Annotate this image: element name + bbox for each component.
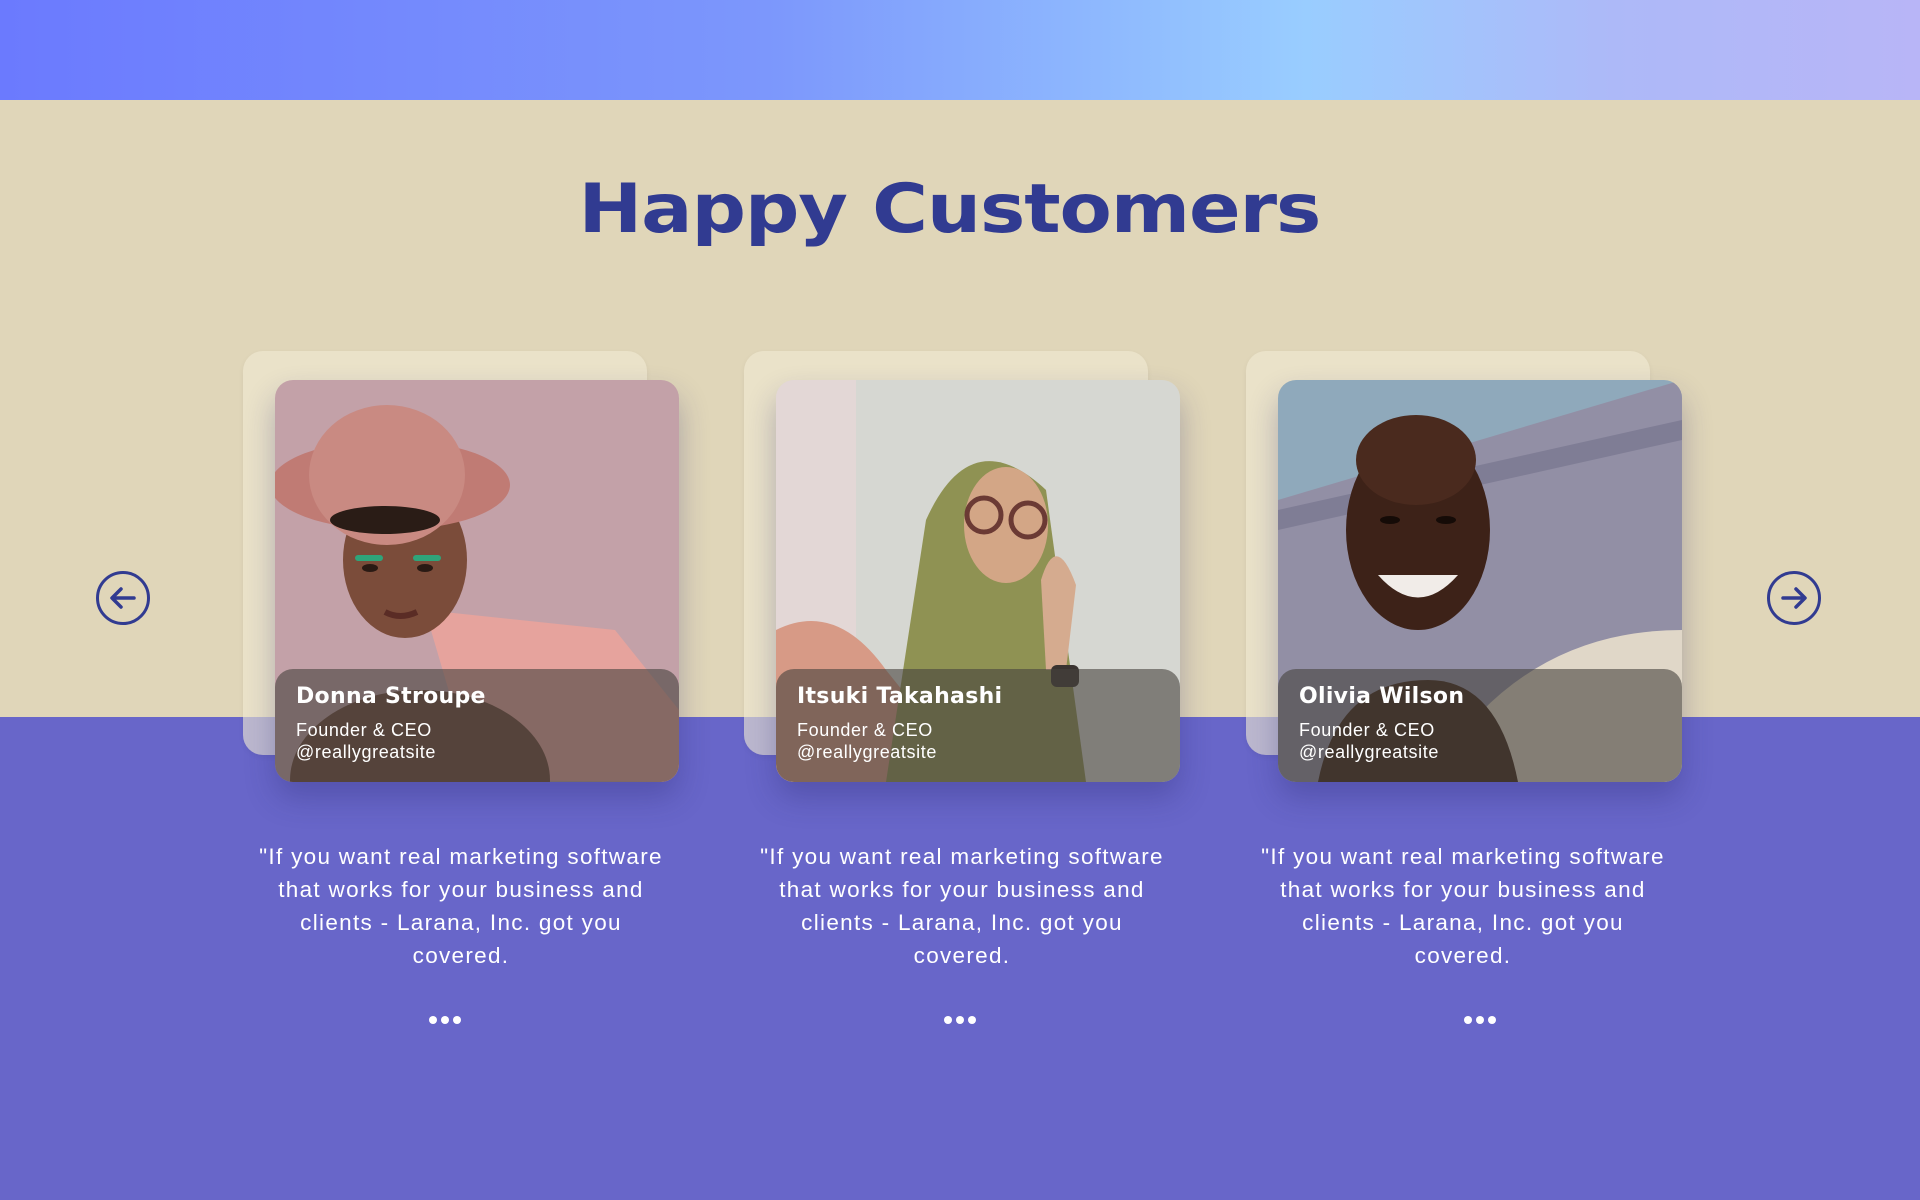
prev-button[interactable] xyxy=(96,571,150,625)
customer-role: Founder & CEO xyxy=(296,720,432,740)
testimonial-card[interactable]: Olivia Wilson Founder & CEO @reallygreat… xyxy=(1278,380,1682,782)
customer-handle: @reallygreatsite xyxy=(797,742,937,762)
more-dots-icon[interactable] xyxy=(944,1016,976,1024)
card-info-panel: Donna Stroupe Founder & CEO @reallygreat… xyxy=(275,669,679,782)
next-button[interactable] xyxy=(1767,571,1821,625)
testimonial-card[interactable]: Itsuki Takahashi Founder & CEO @reallygr… xyxy=(776,380,1180,782)
page-title: Happy Customers xyxy=(578,170,1322,249)
customer-name: Donna Stroupe xyxy=(296,684,486,709)
arrow-left-circle-icon xyxy=(110,587,136,609)
customer-role: Founder & CEO xyxy=(797,720,933,740)
card-info-panel: Itsuki Takahashi Founder & CEO @reallygr… xyxy=(776,669,1180,782)
customer-handle: @reallygreatsite xyxy=(1299,742,1439,762)
more-dots-icon[interactable] xyxy=(429,1016,461,1024)
top-gradient-band xyxy=(0,0,1920,100)
testimonial-card[interactable]: Donna Stroupe Founder & CEO @reallygreat… xyxy=(275,380,679,782)
testimonial-quote: "If you want real marketing software tha… xyxy=(1261,844,1665,968)
testimonial-quote: "If you want real marketing software tha… xyxy=(259,844,663,968)
testimonial-quote: "If you want real marketing software tha… xyxy=(760,844,1164,968)
customer-name: Olivia Wilson xyxy=(1299,684,1465,709)
customer-role: Founder & CEO xyxy=(1299,720,1435,740)
card-info-panel: Olivia Wilson Founder & CEO @reallygreat… xyxy=(1278,669,1682,782)
arrow-right-circle-icon xyxy=(1781,587,1807,609)
customer-name: Itsuki Takahashi xyxy=(797,684,1003,709)
customer-handle: @reallygreatsite xyxy=(296,742,436,762)
more-dots-icon[interactable] xyxy=(1464,1016,1496,1024)
